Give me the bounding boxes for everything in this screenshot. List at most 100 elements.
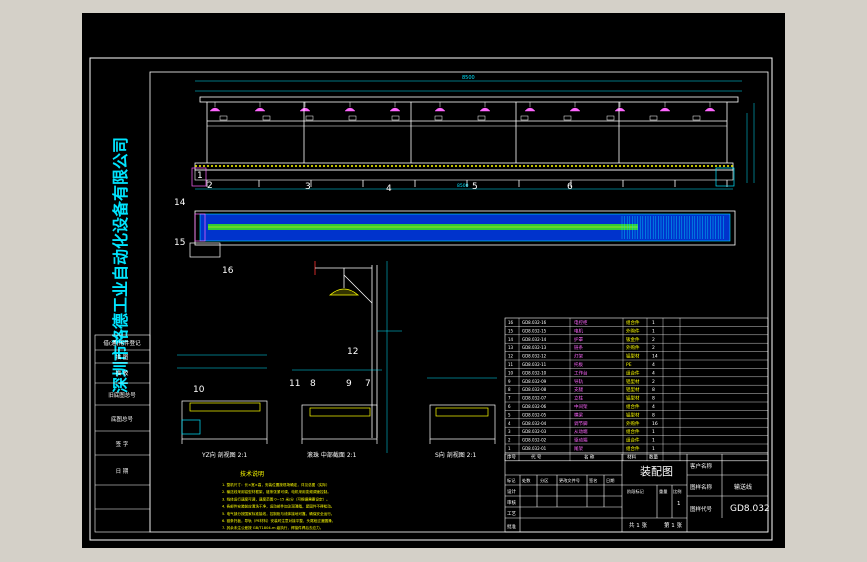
drawing-type: 装配图: [640, 465, 673, 478]
lamp: [254, 107, 266, 112]
svg-text:16: 16: [652, 421, 658, 427]
lamp: [344, 107, 356, 112]
bom-row: 14 GD8.032-14 护罩 钣金件 2: [508, 336, 655, 343]
svg-text:15: 15: [508, 328, 514, 333]
svg-text:中间架: 中间架: [574, 403, 588, 410]
svg-text:2: 2: [652, 345, 655, 351]
callout-11: 11: [289, 379, 300, 389]
svg-text:14: 14: [652, 354, 658, 360]
lamp-row: [209, 102, 716, 112]
bom-row: 1 GD8.032-01 尾架 组合件 1: [508, 445, 655, 452]
svg-text:GD8.032-11: GD8.032-11: [522, 362, 547, 367]
svg-text:16: 16: [508, 320, 514, 325]
svg-text:2: 2: [652, 379, 655, 385]
lamp: [209, 107, 221, 112]
inner-frame: [149, 71, 769, 533]
assembly-drawing: 深圳市格德工业自动化设备有限公司 借(通)用件登记描 图描 校旧底图总号底图总号…: [89, 57, 773, 541]
left-panel-item: 底图总号: [111, 415, 134, 423]
stage-label: 阶段标记: [627, 488, 645, 495]
notes-title: 技术说明: [240, 470, 264, 478]
rev-label: 处数: [522, 477, 531, 484]
svg-text:铝型材: 铝型材: [626, 395, 640, 402]
section-title-left: YZ向 剖视图 2:1: [201, 451, 247, 459]
frame-tag: [563, 115, 572, 121]
bom-row: 4 GD8.032-04 调节脚 外购件 16: [508, 420, 658, 427]
drawing-code-label: 图样代号: [690, 505, 713, 513]
svg-text:14: 14: [508, 337, 514, 342]
notes-lines: 1. 整机尺寸：长×宽×高，安装位置按现场确定，详见总图（实际） 2. 输送线采用…: [222, 482, 335, 530]
bom-row: 6 GD8.032-06 中间架 组合件 4: [508, 403, 655, 410]
frame-tag: [434, 115, 443, 121]
callout-14: 14: [174, 198, 186, 208]
callout-3: 3: [305, 182, 311, 192]
left-panel-item: 签 字: [116, 440, 129, 448]
svg-text:3: 3: [508, 429, 511, 434]
bom-row: 13 GD8.032-13 链条 外购件 2: [508, 344, 655, 351]
left-panel-labels: 借(通)用件登记描 图描 校旧底图总号底图总号签 字日 期: [103, 339, 141, 475]
note-line: 6. 链条托板，导轨（PE材料）安装时注意对接平整，头尾段过渡圆滑。: [222, 518, 335, 523]
lamp: [704, 107, 716, 112]
sign-label: 工艺: [507, 511, 516, 517]
svg-text:工作台: 工作台: [574, 369, 588, 376]
svg-text:铝型材: 铝型材: [626, 353, 640, 360]
svg-text:1: 1: [652, 438, 655, 444]
svg-text:8: 8: [652, 387, 655, 393]
bom-row: 9 GD8.032-09 导轨 铝型材 2: [508, 378, 655, 385]
note-line: 7. 其余未注公差按 GB/T1804-m 级执行，焊接件焊后去应力。: [222, 525, 323, 530]
svg-text:组合件: 组合件: [626, 369, 640, 376]
svg-text:尾架: 尾架: [574, 446, 583, 452]
callout-12: 12: [347, 347, 358, 357]
svg-text:6: 6: [508, 404, 511, 409]
svg-text:组合件: 组合件: [626, 437, 640, 444]
svg-text:1: 1: [652, 328, 655, 334]
svg-text:GD8.032-09: GD8.032-09: [522, 379, 547, 384]
svg-text:GD8.032-01: GD8.032-01: [522, 446, 547, 451]
svg-text:GD8.032-04: GD8.032-04: [522, 421, 547, 426]
svg-text:5: 5: [508, 412, 511, 417]
svg-text:1: 1: [508, 446, 511, 451]
svg-text:组合件: 组合件: [626, 403, 640, 410]
callout-1: 1: [197, 171, 203, 181]
svg-text:GD8.032-16: GD8.032-16: [522, 320, 547, 325]
rev-label: 更改文件号: [559, 477, 580, 484]
rev-label: 日期: [606, 478, 614, 484]
note-line: 5. 电气部分按国家标准接线，控制柜与线体接地可靠，确保安全运行。: [222, 511, 334, 516]
svg-text:8: 8: [652, 412, 655, 418]
svg-text:4: 4: [652, 404, 655, 410]
svg-text:2: 2: [508, 438, 511, 443]
svg-text:4: 4: [508, 421, 511, 426]
note-line: 1. 整机尺寸：长×宽×高，安装位置按现场确定，详见总图（实际）: [222, 482, 330, 487]
svg-text:4: 4: [652, 370, 655, 376]
drawing-name-label: 图样名称: [690, 483, 713, 491]
svg-text:GD8.032-03: GD8.032-03: [522, 429, 547, 434]
scale-value: 1: [677, 501, 681, 507]
callout-4: 4: [386, 184, 392, 194]
callout-8: 8: [310, 379, 316, 389]
bom-row: 2 GD8.032-02 驱动端 组合件 1: [508, 437, 655, 444]
svg-text:灯架: 灯架: [574, 353, 583, 360]
frame-tag: [219, 115, 228, 121]
callout-2: 2: [207, 181, 213, 191]
callout-9: 9: [346, 379, 352, 389]
svg-text:10: 10: [508, 370, 514, 375]
callout-7: 7: [365, 379, 371, 389]
svg-text:12: 12: [508, 354, 514, 359]
svg-text:托板: 托板: [574, 361, 583, 368]
frame-tag: [692, 115, 701, 121]
left-panel-item: 借(通)用件登记: [103, 339, 141, 347]
svg-text:名 称: 名 称: [584, 453, 595, 460]
sign-label: 设计: [507, 488, 516, 495]
bom-row: 11 GD8.032-11 托板 PE 4: [508, 361, 655, 368]
client-label: 客户名称: [690, 462, 713, 470]
bom-row: 15 GD8.032-15 电机 外购件 1: [508, 327, 655, 334]
rev-label: 标记: [507, 477, 516, 484]
svg-text:GD8.032-15: GD8.032-15: [522, 328, 547, 333]
stage-label: 比例: [673, 488, 681, 495]
bom-row: 10 GD8.032-10 工作台 组合件 4: [508, 369, 655, 376]
bom-row: 7 GD8.032-07 立柱 铝型材 8: [508, 395, 655, 402]
cad-drawing-canvas[interactable]: 深圳市格德工业自动化设备有限公司 借(通)用件登记描 图描 校旧底图总号 底图总号…: [82, 13, 785, 548]
svg-text:电控柜: 电控柜: [574, 319, 588, 326]
svg-text:1: 1: [652, 446, 655, 452]
lamp-stand-section: [314, 261, 402, 453]
lamp: [614, 107, 626, 112]
